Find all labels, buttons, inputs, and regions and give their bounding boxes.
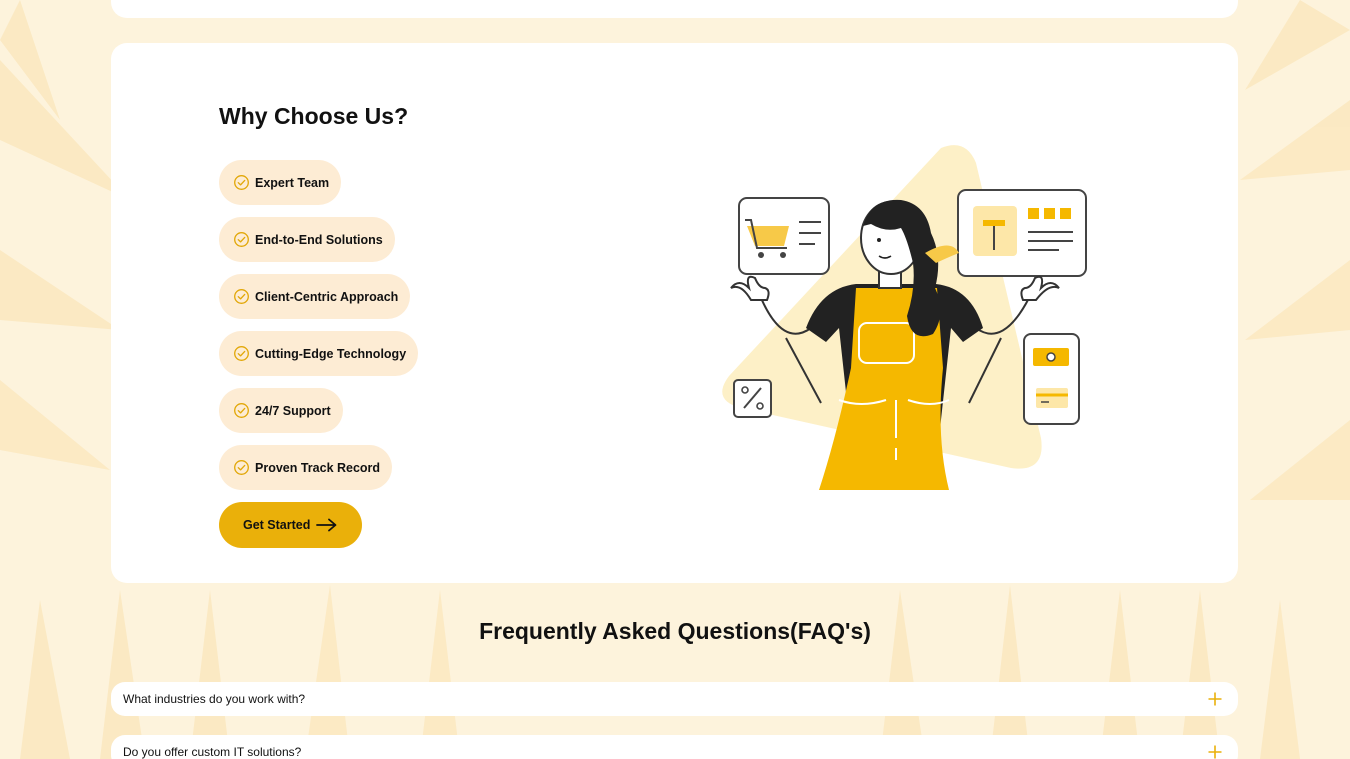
feature-label: Client-Centric Approach <box>255 289 399 304</box>
woman-with-dashboards-illustration <box>722 145 1087 490</box>
check-circle-icon <box>234 175 249 190</box>
feature-item-24-7-support: 24/7 Support <box>219 388 343 433</box>
feature-label: Cutting-Edge Technology <box>255 346 407 361</box>
arrow-right-icon <box>316 518 337 532</box>
check-circle-icon <box>234 403 249 418</box>
feature-item-end-to-end-solutions: End-to-End Solutions <box>219 217 395 262</box>
plus-icon[interactable] <box>1208 745 1222 759</box>
check-circle-icon <box>234 232 249 247</box>
feature-label: Expert Team <box>255 175 330 190</box>
why-choose-us-title: Why Choose Us? <box>219 103 409 129</box>
page: Why Choose Us? Expert Team End-to-End So… <box>0 0 1350 759</box>
faq-item[interactable]: Do you offer custom IT solutions? <box>111 735 1238 759</box>
feature-item-expert-team: Expert Team <box>219 160 342 205</box>
feature-item-client-centric-approach: Client-Centric Approach <box>219 274 411 319</box>
feature-list: Expert Team End-to-End Solutions Client-… <box>219 160 419 502</box>
check-circle-icon <box>234 346 249 361</box>
faq-question: Do you offer custom IT solutions? <box>123 745 302 759</box>
plus-icon[interactable] <box>1208 692 1222 706</box>
previous-section-card <box>111 0 1238 18</box>
feature-item-cutting-edge-technology: Cutting-Edge Technology <box>219 331 419 376</box>
faq-question: What industries do you work with? <box>123 692 306 706</box>
faq-title: Frequently Asked Questions(FAQ's) <box>479 618 871 644</box>
check-circle-icon <box>234 460 249 475</box>
feature-label: Proven Track Record <box>255 460 381 475</box>
why-choose-us-card: Why Choose Us? Expert Team End-to-End So… <box>111 43 1238 583</box>
get-started-label: Get Started <box>243 518 311 532</box>
get-started-button[interactable]: Get Started <box>219 502 363 548</box>
feature-label: 24/7 Support <box>255 403 331 418</box>
faq-item[interactable]: What industries do you work with? <box>111 682 1238 716</box>
check-circle-icon <box>234 289 249 304</box>
feature-item-proven-track-record: Proven Track Record <box>219 445 393 490</box>
feature-label: End-to-End Solutions <box>255 232 383 247</box>
